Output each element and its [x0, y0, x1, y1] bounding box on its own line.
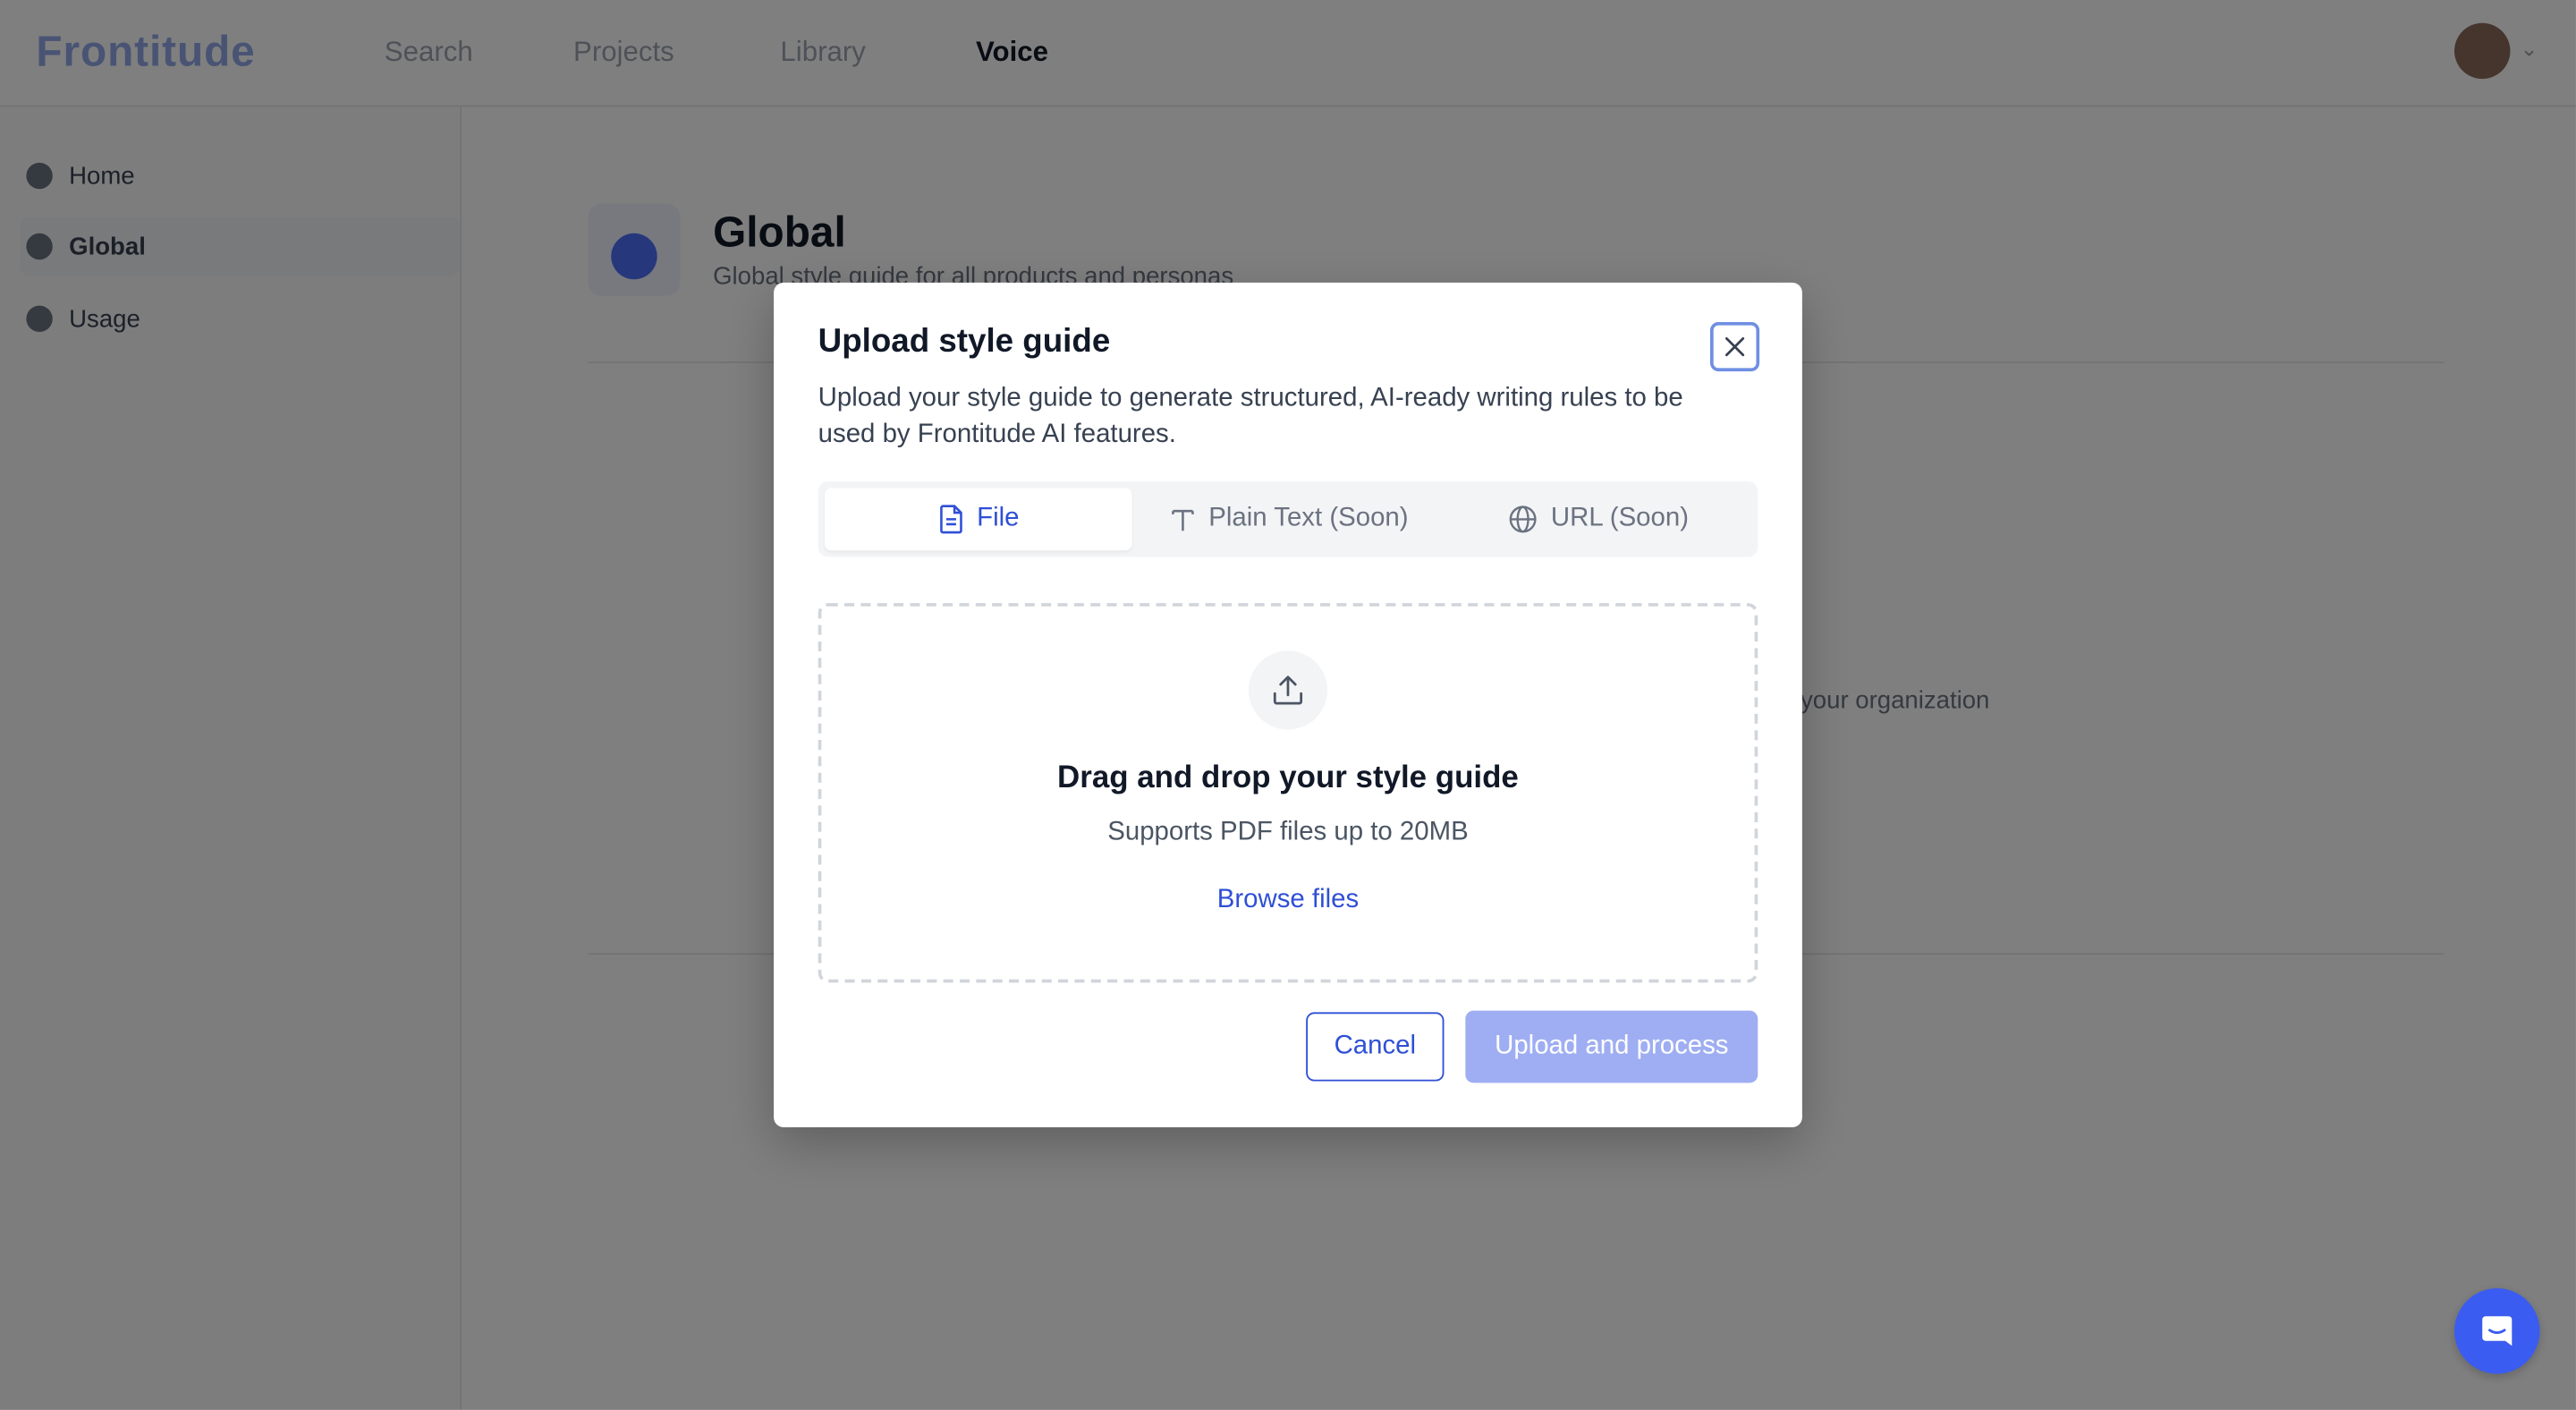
browse-files-link[interactable]: Browse files	[821, 886, 1754, 915]
dialog-title: Upload style guide	[818, 323, 1111, 361]
tab-url[interactable]: URL (Soon)	[1445, 488, 1751, 550]
upload-icon	[1273, 675, 1303, 705]
close-button[interactable]	[1710, 321, 1760, 372]
tab-file[interactable]: File	[825, 488, 1132, 551]
dropzone-subtitle: Supports PDF files up to 20MB	[1107, 818, 1469, 846]
upload-and-process-button[interactable]: Upload and process	[1465, 1010, 1758, 1083]
tab-label: Plain Text (Soon)	[1208, 504, 1409, 533]
chat-icon	[2482, 1316, 2512, 1346]
chat-launcher-button[interactable]	[2454, 1287, 2540, 1374]
upload-icon-circle	[1248, 650, 1328, 730]
dropzone-title: Drag and drop your style guide	[1057, 760, 1519, 795]
close-icon	[1724, 336, 1745, 357]
text-icon	[1171, 509, 1194, 531]
upload-style-guide-dialog: Upload style guide Upload your style gui…	[774, 282, 1802, 1127]
file-dropzone[interactable]: Drag and drop your style guide Supports …	[818, 603, 1758, 983]
file-icon	[939, 505, 962, 534]
dialog-description: Upload your style guide to generate stru…	[818, 384, 1683, 449]
tab-label: File	[977, 504, 1020, 533]
globe-icon	[1509, 505, 1537, 533]
tab-plain-text[interactable]: Plain Text (Soon)	[1135, 488, 1442, 550]
cancel-button[interactable]: Cancel	[1306, 1012, 1445, 1082]
upload-method-tabs: File Plain Text (Soon) URL (Soon)	[818, 481, 1758, 557]
tab-label: URL (Soon)	[1550, 504, 1690, 533]
